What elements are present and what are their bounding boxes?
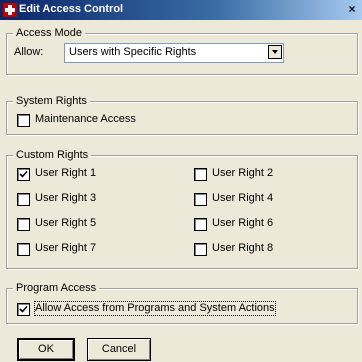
checkbox-box[interactable] [17,218,30,231]
allow-dropdown[interactable]: Users with Specific Rights [64,43,284,63]
checkbox-box[interactable] [17,114,30,127]
checkbox-box[interactable] [17,303,30,316]
system-rights-legend: System Rights [13,95,90,108]
app-icon [3,3,17,17]
custom-rights-legend: Custom Rights [13,149,92,162]
user-right-7-label: User Right 7 [35,242,97,254]
checkbox-box[interactable] [17,168,30,181]
close-icon[interactable]: × [345,2,359,16]
maintenance-access-label: Maintenance Access [35,113,136,125]
program-access-legend: Program Access [13,282,100,295]
user-right-8-label: User Right 8 [212,242,274,254]
cancel-button[interactable]: Cancel [87,338,151,361]
checkbox-box[interactable] [194,218,207,231]
allow-dropdown-value: Users with Specific Rights [69,46,197,58]
user-right-6-label: User Right 6 [212,217,274,229]
custom-rights-group: Custom Rights User Right 1 User Right 2 … [6,149,358,269]
user-right-2-label: User Right 2 [212,167,274,179]
user-right-3-label: User Right 3 [35,192,97,204]
allow-program-access-label: Allow Access from Programs and System Ac… [34,301,276,316]
window-title: Edit Access Control [19,3,124,15]
checkbox-box[interactable] [17,193,30,206]
checkbox-box[interactable] [17,243,30,256]
program-access-group: Program Access Allow Access from Program… [6,282,358,324]
user-right-4-label: User Right 4 [212,192,274,204]
ok-button[interactable]: OK [17,338,75,361]
access-mode-legend: Access Mode [13,27,86,40]
system-rights-group: System Rights Maintenance Access [6,95,358,135]
checkbox-box[interactable] [194,243,207,256]
checkbox-box[interactable] [194,168,207,181]
user-right-1-label: User Right 1 [35,167,97,179]
checkbox-box[interactable] [194,193,207,206]
user-right-5-label: User Right 5 [35,217,97,229]
title-bar[interactable]: Edit Access Control × [0,0,362,20]
access-mode-group: Access Mode Allow: Users with Specific R… [6,27,358,75]
allow-label: Allow: [14,46,44,58]
chevron-down-icon[interactable] [268,45,282,59]
